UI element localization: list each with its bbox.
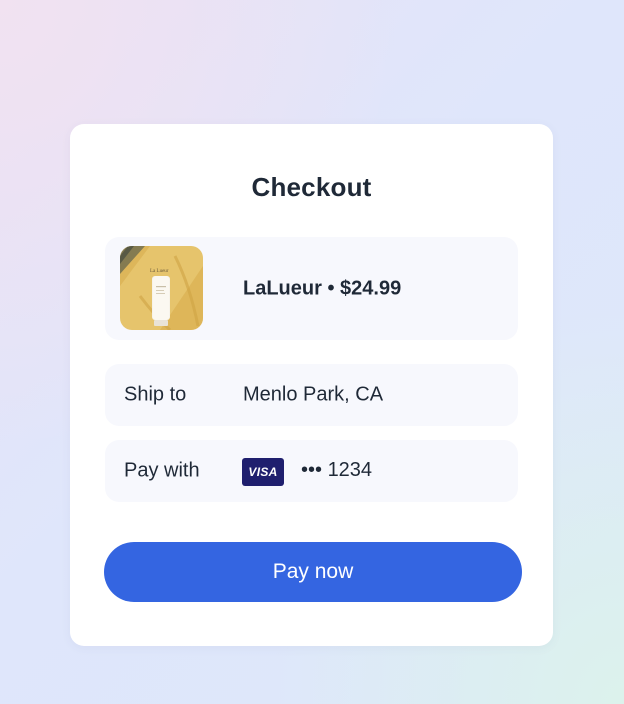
shipping-row[interactable]: Ship to Menlo Park, CA bbox=[105, 364, 518, 426]
product-summary: LaLueur • $24.99 bbox=[243, 277, 401, 300]
ship-to-label: Ship to bbox=[124, 383, 187, 406]
masked-card-number: ••• 1234 bbox=[301, 459, 373, 482]
payment-row[interactable]: Pay with VISA ••• 1234 bbox=[105, 440, 518, 502]
product-tube-image: La Lueur bbox=[120, 246, 203, 330]
product-separator: • bbox=[327, 277, 335, 299]
pay-with-label: Pay with bbox=[124, 459, 200, 482]
product-price: $24.99 bbox=[340, 277, 402, 299]
product-name: LaLueur bbox=[243, 277, 322, 299]
product-row: La Lueur LaLueur • $24.99 bbox=[105, 237, 518, 340]
ship-to-address: Menlo Park, CA bbox=[243, 383, 384, 406]
pay-now-button[interactable]: Pay now bbox=[104, 542, 522, 602]
svg-text:La Lueur: La Lueur bbox=[150, 269, 169, 274]
product-thumbnail: La Lueur bbox=[120, 246, 203, 330]
checkout-card: Checkout La Lueur LaLueur • $24.99 Ship … bbox=[70, 124, 553, 646]
visa-card-icon: VISA bbox=[242, 458, 284, 486]
checkout-title: Checkout bbox=[251, 172, 372, 202]
